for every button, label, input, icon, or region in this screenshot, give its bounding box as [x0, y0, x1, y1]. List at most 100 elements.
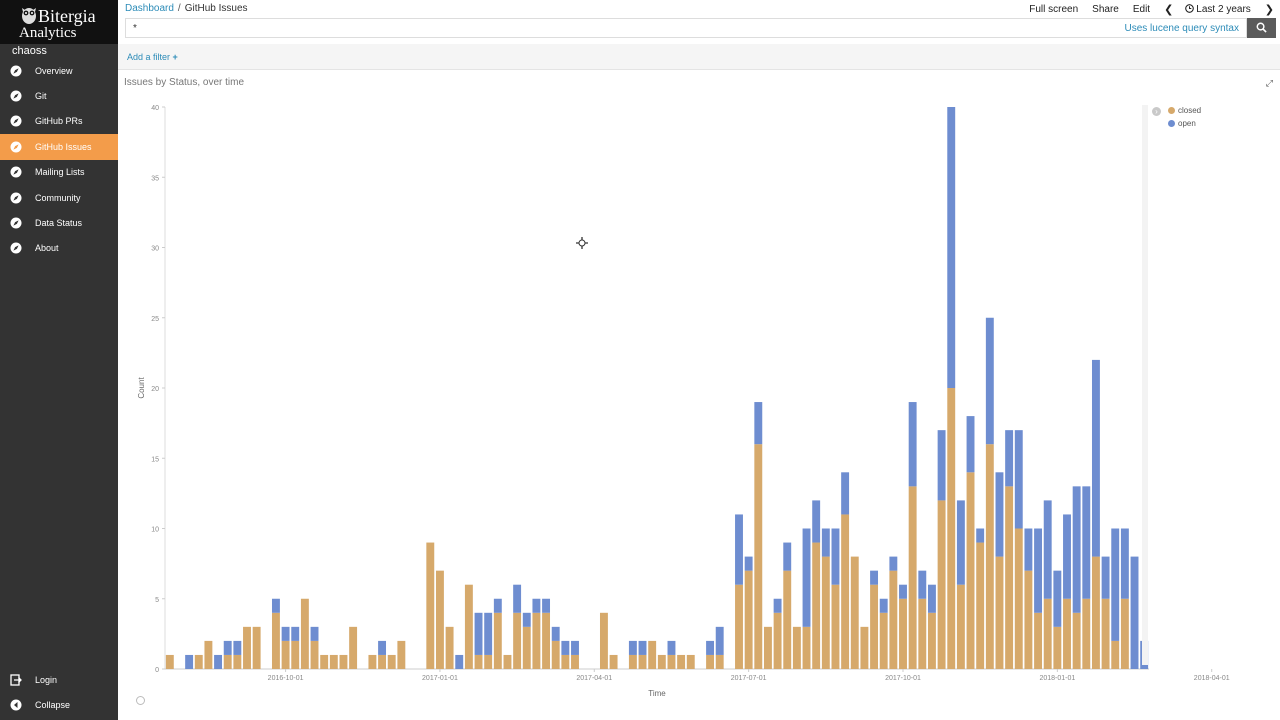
- toolbar: Full screen Share Edit ❮ Last 2 years ❯: [1015, 3, 1274, 16]
- y-tick-label: 10: [151, 527, 159, 534]
- bar-closed: [300, 598, 309, 669]
- bar-open: [966, 416, 975, 473]
- bitergia-logo[interactable]: Bitergia Analytics: [0, 0, 118, 44]
- sidebar-item-git[interactable]: Git: [0, 83, 118, 108]
- bar-closed: [908, 486, 917, 669]
- bar-open: [233, 640, 242, 655]
- bar-open: [571, 640, 579, 655]
- sidebar-item-overview[interactable]: Overview: [0, 58, 118, 83]
- bar-open: [1024, 528, 1033, 571]
- bar-closed: [821, 556, 830, 669]
- bar-closed: [667, 654, 676, 669]
- move-cursor-icon: [576, 237, 588, 249]
- sidebar-item-mailing-lists[interactable]: Mailing Lists: [0, 160, 118, 185]
- logo-line-1: Bitergia: [38, 6, 96, 26]
- bar-closed: [542, 612, 551, 669]
- legend-toggle-icon[interactable]: ›: [1152, 107, 1161, 116]
- bar-closed: [561, 654, 570, 669]
- plus-icon: +: [172, 52, 178, 62]
- add-filter-label: Add a filter: [127, 52, 171, 62]
- bar-closed: [339, 654, 348, 669]
- collapse-button[interactable]: Collapse: [0, 692, 118, 717]
- share-button[interactable]: Share: [1092, 4, 1119, 15]
- bar-closed: [503, 654, 512, 669]
- bar-closed: [397, 640, 406, 669]
- legend-item-open[interactable]: open: [1168, 119, 1196, 128]
- bar-open: [899, 584, 907, 599]
- bar-closed: [281, 640, 290, 669]
- sidebar-item-github-prs[interactable]: GitHub PRs: [0, 109, 118, 134]
- bar-closed: [927, 612, 936, 669]
- sidebar: Bitergia Analytics chaoss Overview Git Git…: [0, 0, 118, 720]
- spy-toggle-icon[interactable]: [136, 696, 145, 705]
- bar-open: [715, 626, 724, 655]
- bar-closed: [165, 654, 174, 669]
- bar-closed: [870, 584, 879, 669]
- bar-open: [628, 640, 637, 655]
- bar-closed: [677, 654, 686, 669]
- bar-closed: [271, 612, 280, 669]
- issues-chart[interactable]: 0 5 10 15 20 25 30 35 40 2016-10-01 2017-01-01 2017…: [118, 71, 1280, 720]
- chevron-left-icon[interactable]: ❮: [1164, 3, 1173, 16]
- bar-closed: [763, 626, 772, 669]
- compass-icon: [10, 192, 22, 204]
- bar-open: [638, 640, 647, 655]
- sidebar-item-label: Community: [35, 192, 81, 203]
- visualization-panel: Issues by Status, over time ⤢ 0 5 10 15 20 25…: [118, 71, 1280, 720]
- full-screen-button[interactable]: Full screen: [1029, 4, 1078, 15]
- bar-open: [985, 317, 994, 445]
- add-filter-button[interactable]: Add a filter +: [127, 52, 178, 62]
- bar-closed: [329, 654, 338, 669]
- bar-closed: [792, 626, 801, 669]
- chevron-right-icon[interactable]: ❯: [1265, 3, 1274, 16]
- bar-closed: [551, 640, 560, 669]
- y-tick-label: 35: [151, 175, 159, 182]
- bar-open: [223, 640, 232, 655]
- bar-open: [773, 598, 782, 613]
- bar-closed: [735, 584, 743, 669]
- sidebar-item-github-issues[interactable]: GitHub Issues: [0, 134, 118, 160]
- x-tick-label: 2017-07-01: [731, 675, 767, 682]
- bar-open: [879, 598, 888, 613]
- bar-closed: [435, 570, 444, 669]
- sidebar-item-about[interactable]: About: [0, 236, 118, 261]
- bar-closed: [860, 626, 869, 669]
- breadcrumb-dashboard[interactable]: Dashboard: [125, 3, 174, 14]
- bar-open: [802, 528, 811, 627]
- bar-closed: [657, 654, 666, 669]
- search-input[interactable]: * Uses lucene query syntax: [125, 18, 1247, 38]
- compass-icon: [10, 217, 22, 229]
- lucene-syntax-link[interactable]: Uses lucene query syntax: [1124, 23, 1239, 34]
- legend-item-closed[interactable]: closed: [1168, 106, 1201, 115]
- y-tick-label: 25: [151, 316, 159, 323]
- sidebar-item-label: Git: [35, 91, 47, 102]
- bar-closed: [484, 654, 493, 669]
- bar-open: [551, 626, 560, 641]
- bar-open: [927, 584, 936, 613]
- bar-closed: [841, 514, 850, 669]
- bar-closed: [1005, 486, 1014, 669]
- time-picker[interactable]: Last 2 years: [1185, 4, 1251, 15]
- bar-closed: [609, 654, 618, 669]
- search-button[interactable]: [1247, 18, 1276, 38]
- x-tick-label: 2017-04-01: [576, 675, 612, 682]
- sidebar-item-label: GitHub PRs: [35, 116, 83, 127]
- bar-closed: [638, 654, 647, 669]
- sidebar-item-label: About: [35, 243, 59, 254]
- bar-open: [1014, 430, 1023, 529]
- sidebar-item-community[interactable]: Community: [0, 185, 118, 210]
- sidebar-item-label: Mailing Lists: [35, 167, 85, 178]
- bar-closed: [966, 472, 975, 669]
- sidebar-item-data-status[interactable]: Data Status: [0, 210, 118, 235]
- login-button[interactable]: Login: [0, 667, 118, 692]
- bar-open: [947, 107, 956, 388]
- bar-closed: [194, 654, 203, 669]
- edit-button[interactable]: Edit: [1133, 4, 1150, 15]
- y-tick-label: 30: [151, 246, 159, 253]
- breadcrumb-current: GitHub Issues: [184, 3, 248, 14]
- bar-closed: [252, 626, 261, 669]
- breadcrumb: Dashboard / GitHub Issues: [125, 3, 248, 14]
- bar-open: [937, 430, 946, 501]
- bar-open: [1111, 528, 1120, 641]
- x-tick-label: 2017-10-01: [885, 675, 921, 682]
